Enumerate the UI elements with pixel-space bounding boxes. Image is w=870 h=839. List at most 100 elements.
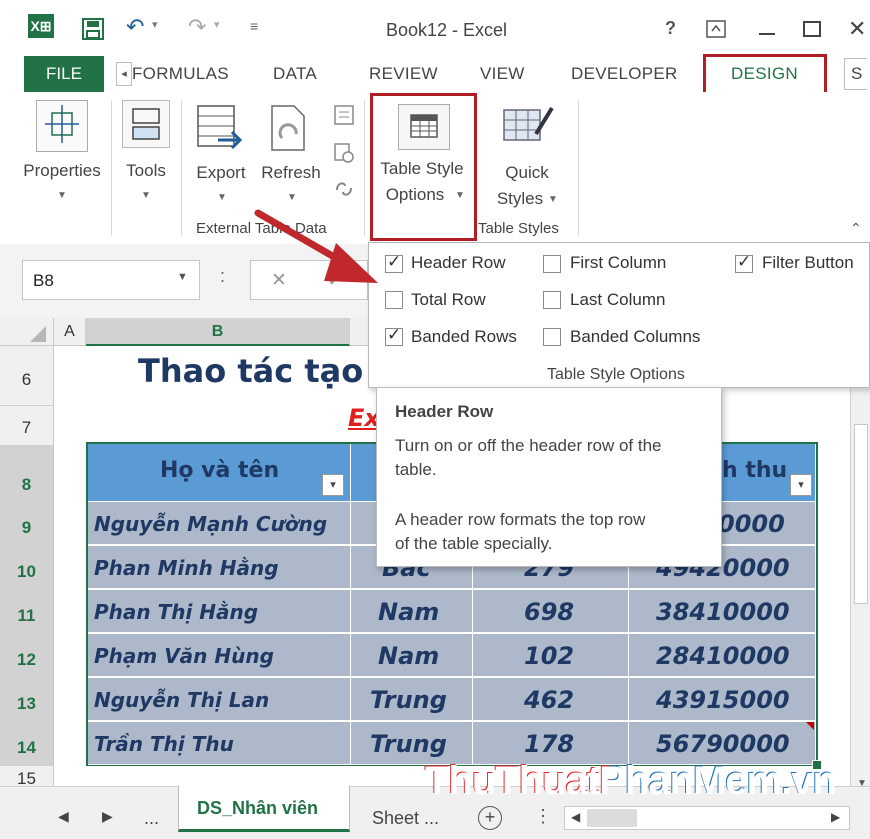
unlink-icon[interactable] — [333, 178, 355, 200]
banded-columns-label[interactable]: Banded Columns — [570, 327, 700, 347]
add-sheet-button[interactable]: + — [478, 806, 502, 830]
collapse-ribbon-icon[interactable]: ⌃ — [850, 220, 862, 237]
cell-number[interactable]: 698 — [524, 598, 574, 626]
cell-region[interactable]: Trung — [370, 686, 447, 714]
row-header-7[interactable]: 7 — [0, 406, 54, 446]
cell-revenue[interactable]: 56790000 — [656, 730, 790, 758]
last-column-label[interactable]: Last Column — [570, 290, 665, 310]
horizontal-scroll-thumb[interactable] — [587, 809, 637, 827]
cell-number[interactable]: 178 — [524, 730, 574, 758]
refresh-icon[interactable] — [266, 104, 314, 154]
tab-splitter-icon[interactable]: ⋮ — [534, 806, 552, 827]
cell-revenue[interactable]: 43915000 — [656, 686, 790, 714]
properties-small-icon[interactable] — [333, 104, 355, 126]
tools-icon[interactable] — [122, 100, 170, 148]
banded-columns-checkbox[interactable] — [543, 328, 561, 346]
tab-formulas[interactable]: FORMULAS — [132, 64, 229, 84]
cell-revenue[interactable]: 38410000 — [656, 598, 790, 626]
sheet-next-icon[interactable]: ▶ — [102, 808, 113, 825]
name-box-dropdown-icon[interactable]: ▼ — [177, 271, 188, 283]
row-header-14[interactable]: 14 — [0, 722, 54, 766]
tab-review[interactable]: REVIEW — [369, 64, 438, 84]
row-header-10[interactable]: 10 — [0, 546, 54, 590]
quick-styles-dropdown-icon[interactable]: ▼ — [548, 194, 558, 205]
cell-name[interactable]: Phạm Văn Hùng — [94, 644, 274, 668]
tools-button[interactable]: Tools — [116, 158, 176, 183]
properties-dropdown-icon[interactable]: ▼ — [57, 190, 67, 201]
select-all-corner[interactable] — [0, 318, 54, 346]
close-icon[interactable]: ✕ — [848, 16, 866, 42]
properties-icon[interactable] — [36, 100, 88, 152]
tab-view[interactable]: VIEW — [480, 64, 525, 84]
redo-icon[interactable]: ↷ — [188, 14, 206, 40]
cell-name[interactable]: Nguyễn Thị Lan — [94, 688, 269, 712]
column-header-a[interactable]: A — [54, 318, 86, 346]
export-button[interactable]: Export — [190, 160, 252, 185]
filter-button-label[interactable]: Filter Button — [762, 253, 854, 273]
cell-region[interactable]: Nam — [378, 642, 439, 670]
undo-dropdown-icon[interactable]: ▾ — [152, 18, 158, 31]
scroll-right-icon[interactable]: ▶ — [831, 810, 840, 824]
last-column-checkbox[interactable] — [543, 291, 561, 309]
minimize-icon[interactable] — [757, 26, 777, 36]
maximize-icon[interactable] — [802, 20, 822, 38]
properties-button[interactable]: Properties — [18, 158, 106, 183]
name-box[interactable]: B8 ▼ — [22, 260, 200, 300]
cell-name[interactable]: Phan Thị Hằng — [94, 600, 258, 624]
ribbon-display-icon[interactable] — [706, 20, 726, 38]
header-row-label[interactable]: Header Row — [411, 253, 506, 273]
filter-button-icon[interactable]: ▾ — [790, 474, 812, 496]
row-header-12[interactable]: 12 — [0, 634, 54, 678]
tab-data[interactable]: DATA — [273, 64, 317, 84]
refresh-dropdown-icon[interactable]: ▼ — [287, 192, 297, 203]
column-header-c[interactable] — [350, 318, 370, 346]
save-icon[interactable] — [82, 18, 104, 40]
first-column-checkbox[interactable] — [543, 255, 561, 273]
cell-name[interactable]: Nguyễn Mạnh Cường — [94, 512, 327, 536]
undo-icon[interactable]: ↶ — [126, 14, 144, 40]
redo-dropdown-icon[interactable]: ▾ — [214, 18, 220, 31]
cell-name[interactable]: Phan Minh Hằng — [94, 556, 279, 580]
banded-rows-checkbox[interactable] — [385, 325, 403, 346]
row-header-11[interactable]: 11 — [0, 590, 54, 634]
banded-rows-label[interactable]: Banded Rows — [411, 327, 517, 347]
export-icon[interactable] — [196, 104, 248, 154]
cell-revenue[interactable]: 0000 — [718, 510, 785, 538]
total-row-label[interactable]: Total Row — [411, 290, 486, 310]
formula-bar-splitter[interactable]: : — [220, 266, 225, 287]
quick-styles-button-line2[interactable]: Styles — [490, 186, 550, 211]
column-header-b[interactable]: B — [86, 318, 350, 346]
cell-name[interactable]: Trần Thị Thu — [94, 732, 234, 756]
cell-number[interactable]: 102 — [524, 642, 574, 670]
row-header-8[interactable]: 8 — [0, 446, 54, 502]
first-column-label[interactable]: First Column — [570, 253, 666, 273]
sheet-tab-other[interactable]: Sheet ... — [372, 808, 439, 829]
sheet-prev-icon[interactable]: ◀ — [58, 808, 69, 825]
filter-button-checkbox[interactable] — [735, 252, 753, 273]
cell-region[interactable]: Nam — [378, 598, 439, 626]
sheet-tab-active[interactable]: DS_Nhân viên — [178, 786, 350, 832]
refresh-button[interactable]: Refresh — [258, 160, 324, 185]
row-header-13[interactable]: 13 — [0, 678, 54, 722]
horizontal-scrollbar[interactable]: ◀ ▶ — [564, 806, 850, 830]
tab-developer[interactable]: DEVELOPER — [571, 64, 678, 84]
row-header-9[interactable]: 9 — [0, 502, 54, 546]
quick-styles-icon[interactable] — [502, 104, 554, 154]
open-in-browser-icon[interactable] — [333, 142, 355, 164]
cell-region[interactable]: Trung — [370, 730, 447, 758]
cell-number[interactable]: 462 — [524, 686, 574, 714]
quick-styles-button-line1[interactable]: Quick — [494, 160, 560, 185]
filter-button-icon[interactable]: ▾ — [322, 474, 344, 496]
tab-scroll-left-icon[interactable]: ◂ — [116, 62, 132, 86]
export-dropdown-icon[interactable]: ▼ — [217, 192, 227, 203]
customize-icon[interactable]: ≡ — [250, 18, 258, 34]
help-icon[interactable]: ? — [665, 18, 676, 39]
tab-file[interactable]: FILE — [24, 56, 104, 92]
tools-dropdown-icon[interactable]: ▼ — [141, 190, 151, 201]
scroll-left-icon[interactable]: ◀ — [571, 810, 580, 824]
row-header-6[interactable]: 6 — [0, 346, 54, 406]
vertical-scroll-thumb[interactable] — [854, 424, 868, 604]
tab-partial[interactable]: S — [851, 64, 863, 84]
sheet-overflow-left[interactable]: ... — [144, 808, 159, 829]
cell-revenue[interactable]: 28410000 — [656, 642, 790, 670]
